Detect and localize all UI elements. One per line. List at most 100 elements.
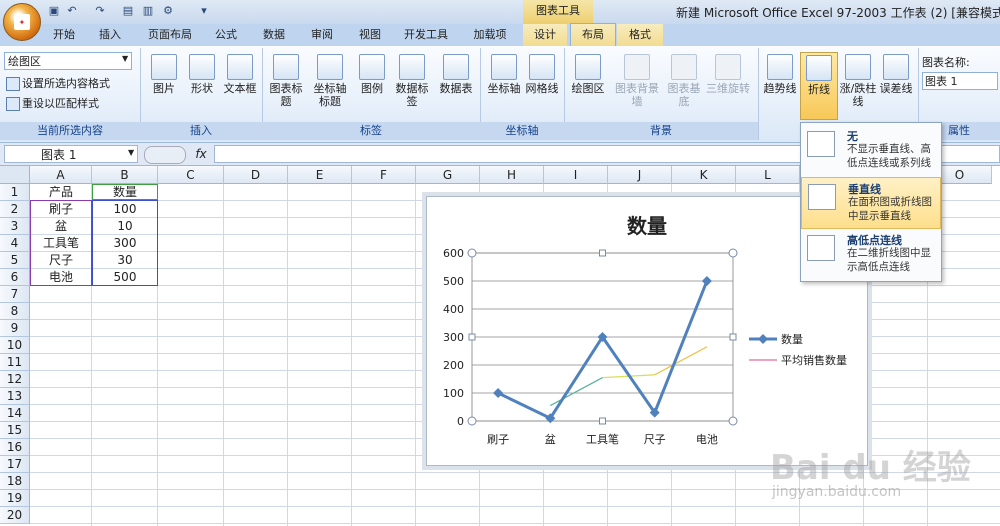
tab-review[interactable]: 审阅 (302, 24, 342, 46)
row-header[interactable]: 2 (0, 201, 30, 218)
column-header[interactable]: F (352, 166, 416, 184)
error-bars-icon (883, 54, 909, 80)
row-header[interactable]: 15 (0, 422, 30, 439)
row-header[interactable]: 19 (0, 490, 30, 507)
row-header[interactable]: 17 (0, 456, 30, 473)
column-header[interactable]: K (672, 166, 736, 184)
legend-button[interactable]: 图例 (352, 52, 392, 118)
row-header[interactable]: 9 (0, 320, 30, 337)
chart-wall-button[interactable]: 图表背景墙 (612, 52, 662, 118)
tools-icon[interactable]: ⚙ (160, 3, 176, 19)
redo-icon[interactable]: ↷ (92, 3, 108, 19)
baidu-watermark: Bai du 经验 (770, 448, 971, 488)
row-header[interactable]: 13 (0, 388, 30, 405)
reset-style-button[interactable]: 重设以匹配样式 (6, 96, 99, 112)
row-header[interactable]: 18 (0, 473, 30, 490)
tab-home[interactable]: 开始 (44, 24, 84, 46)
resize-handle (467, 416, 477, 426)
3d-rotation-button[interactable]: 三维旋转 (704, 52, 752, 118)
menu-item-drop-lines[interactable]: 垂直线 在面积图或折线图中显示垂直线 (801, 177, 941, 229)
row-header[interactable]: 11 (0, 354, 30, 371)
data-table-button[interactable]: 数据表 (436, 52, 476, 118)
tab-data[interactable]: 数据 (254, 24, 294, 46)
data-point-marker (701, 276, 712, 286)
x-tick-label: 工具笔 (586, 432, 619, 446)
shapes-icon (189, 54, 215, 80)
save-icon[interactable]: ▣ (46, 3, 62, 19)
column-header[interactable]: L (736, 166, 800, 184)
column-header[interactable]: G (416, 166, 480, 184)
tab-layout[interactable]: 布局 (570, 23, 616, 46)
resize-handle (467, 248, 477, 258)
column-header[interactable]: A (30, 166, 92, 184)
tab-design[interactable]: 设计 (523, 24, 567, 46)
insert-function-button[interactable]: fx (190, 145, 212, 163)
row-header[interactable]: 16 (0, 439, 30, 456)
row-header[interactable]: 1 (0, 184, 30, 201)
trendline-icon (767, 54, 793, 80)
column-header[interactable]: J (608, 166, 672, 184)
plot-area-button[interactable]: 绘图区 (568, 52, 608, 118)
tab-view[interactable]: 视图 (350, 24, 390, 46)
select-all-corner[interactable] (0, 166, 30, 184)
row-header[interactable]: 7 (0, 286, 30, 303)
chart-icon[interactable]: ▥ (140, 3, 156, 19)
chart-name-input[interactable]: 图表 1 (922, 72, 998, 90)
name-box[interactable]: 图表 1 (4, 145, 138, 163)
error-bars-button[interactable]: 误差线 (876, 52, 916, 118)
column-header[interactable]: D (224, 166, 288, 184)
row-header[interactable]: 14 (0, 405, 30, 422)
office-logo-icon: ✦ (14, 14, 30, 30)
header-cell[interactable]: 产品 (30, 184, 92, 201)
watermark-url: jingyan.baidu.com (772, 484, 902, 500)
column-header[interactable]: C (158, 166, 224, 184)
row-header[interactable]: 10 (0, 337, 30, 354)
tab-developer[interactable]: 开发工具 (396, 24, 456, 46)
tab-page-layout[interactable]: 页面布局 (140, 24, 200, 46)
chevron-down-icon[interactable]: ▼ (128, 148, 134, 157)
y-tick-label: 600 (443, 247, 464, 260)
chart-element-selector[interactable]: 绘图区 (4, 52, 132, 70)
picture-icon (151, 54, 177, 80)
tab-insert[interactable]: 插入 (90, 24, 130, 46)
format-selection-button[interactable]: 设置所选内容格式 (6, 76, 110, 92)
row-header[interactable]: 5 (0, 252, 30, 269)
column-header[interactable]: E (288, 166, 352, 184)
office-button[interactable]: ✦ (3, 3, 41, 41)
gridlines-button[interactable]: 网格线 (522, 52, 562, 118)
axes-button[interactable]: 坐标轴 (484, 52, 524, 118)
row-header[interactable]: 4 (0, 235, 30, 252)
y-tick-label: 500 (443, 275, 464, 288)
moving-average-segment (549, 377, 603, 407)
tab-formulas[interactable]: 公式 (206, 24, 246, 46)
menu-item-high-low-lines[interactable]: 高低点连线 在二维折线图中显示高低点连线 (801, 229, 941, 281)
undo-icon[interactable]: ↶ (64, 3, 80, 19)
chart-floor-button[interactable]: 图表基底 (664, 52, 704, 118)
print-preview-icon[interactable]: ▤ (120, 3, 136, 19)
3d-rotation-icon (715, 54, 741, 80)
menu-item-none[interactable]: 无 不显示垂直线、高低点连线或系列线 (801, 125, 941, 177)
column-header[interactable]: H (480, 166, 544, 184)
column-header[interactable]: I (544, 166, 608, 184)
row-header[interactable]: 8 (0, 303, 30, 320)
row-header[interactable]: 6 (0, 269, 30, 286)
legend-icon (359, 54, 385, 80)
customize-toolbar-icon[interactable]: ▾ (196, 3, 212, 19)
row-header[interactable]: 12 (0, 371, 30, 388)
tab-format[interactable]: 格式 (617, 24, 663, 46)
up-down-bars-button[interactable]: 涨/跌柱线 (838, 52, 878, 118)
data-range-highlight (92, 200, 158, 286)
lines-button[interactable]: 折线 (800, 52, 838, 120)
insert-picture-button[interactable]: 图片 (144, 52, 184, 118)
tab-addins[interactable]: 加载项 (464, 24, 516, 46)
data-labels-button[interactable]: 数据标签 (392, 52, 432, 118)
insert-shapes-button[interactable]: 形状 (182, 52, 222, 118)
insert-textbox-button[interactable]: 文本框 (220, 52, 260, 118)
row-header[interactable]: 20 (0, 507, 30, 524)
column-header[interactable]: B (92, 166, 158, 184)
y-tick-label: 0 (457, 415, 464, 428)
trendline-button[interactable]: 趋势线 (760, 52, 800, 118)
row-header[interactable]: 3 (0, 218, 30, 235)
axis-titles-button[interactable]: 坐标轴标题 (310, 52, 350, 118)
chart-title-button[interactable]: 图表标题 (266, 52, 306, 118)
